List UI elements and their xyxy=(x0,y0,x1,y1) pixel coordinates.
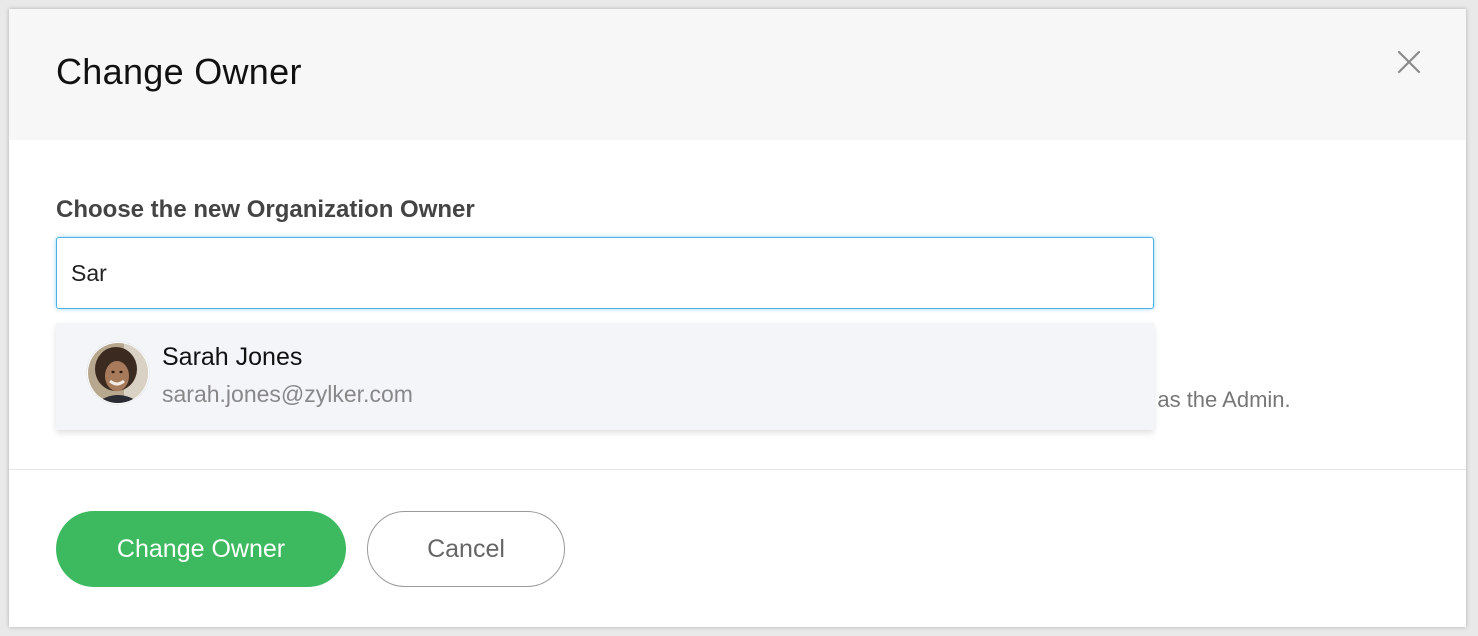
avatar xyxy=(87,342,149,404)
close-icon[interactable] xyxy=(1394,47,1424,77)
screen-frame: Change Owner Choose the new Organization… xyxy=(0,0,1478,636)
suggestion-user-email: sarah.jones@zylker.com xyxy=(162,381,413,407)
admin-note-text: d as the Admin. xyxy=(1139,387,1291,412)
cancel-button[interactable]: Cancel xyxy=(367,511,565,587)
dialog-title: Change Owner xyxy=(56,51,302,92)
dialog-header: Change Owner xyxy=(9,9,1466,140)
owner-suggestion-item[interactable]: Sarah Jones sarah.jones@zylker.com xyxy=(56,323,1154,430)
suggestion-user-name: Sarah Jones xyxy=(162,343,303,371)
new-owner-field-label: Choose the new Organization Owner xyxy=(56,196,475,223)
change-owner-dialog: Change Owner Choose the new Organization… xyxy=(9,9,1466,627)
change-owner-button[interactable]: Change Owner xyxy=(56,511,346,587)
footer-divider xyxy=(9,469,1466,470)
owner-search-input[interactable] xyxy=(56,237,1154,309)
